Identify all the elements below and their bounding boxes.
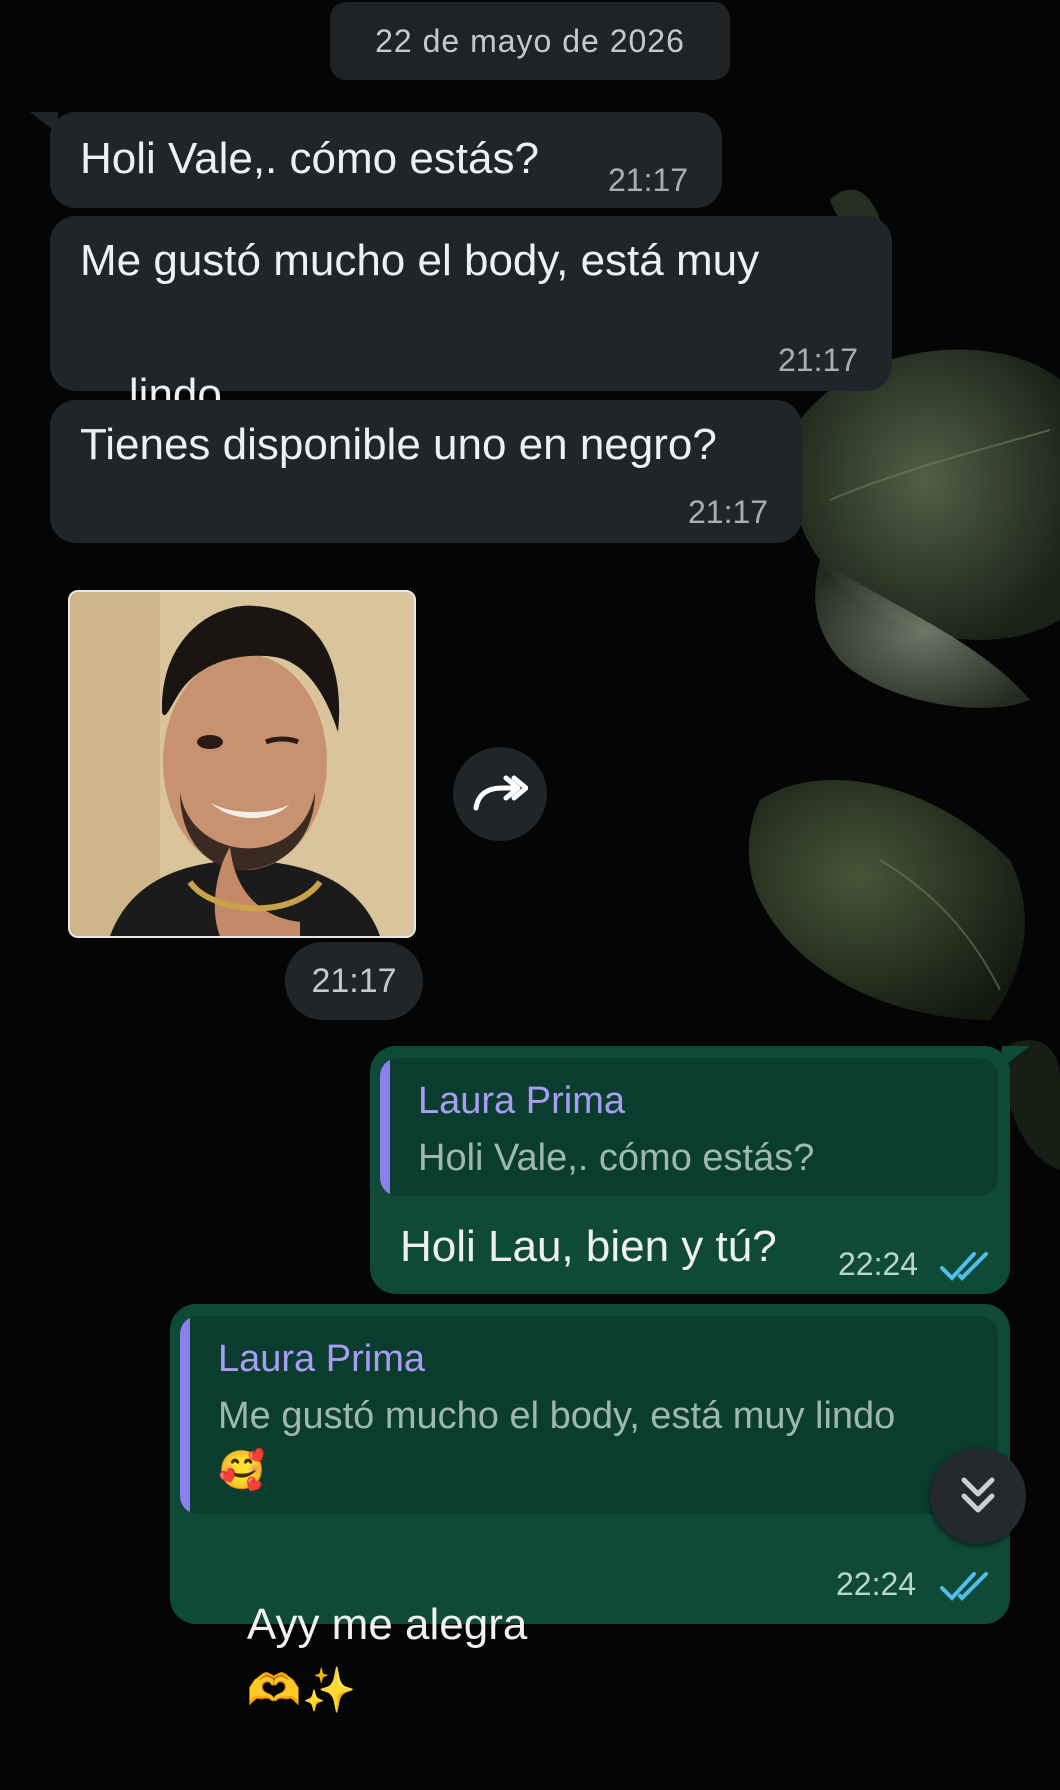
quote-author: Laura Prima [218, 1338, 425, 1380]
message-text: Tienes disponible uno en negro? [80, 420, 717, 469]
double-check-read-icon [940, 1572, 988, 1601]
quote-accent-bar [380, 1058, 390, 1196]
incoming-message[interactable]: Tienes disponible uno en negro? 21:17 [50, 400, 802, 543]
incoming-message[interactable]: Me gustó mucho el body, está muy lindo 🥰… [50, 216, 892, 486]
quote-text: Holi Vale,. cómo estás? [418, 1137, 815, 1179]
message-time: 21:17 [778, 342, 859, 378]
message-text: Me gustó mucho el body, está muy [80, 236, 760, 285]
outgoing-message[interactable]: Laura Prima Holi Vale,. cómo estás? Holi… [370, 1046, 1010, 1294]
photo-time: 21:17 [285, 942, 423, 1020]
message-text-line: Ayy me alegra 🫶✨ [198, 1526, 527, 1790]
quote-author: Laura Prima [418, 1080, 625, 1122]
message-time: 21:17 [608, 162, 689, 198]
forward-button[interactable] [453, 747, 547, 841]
incoming-message[interactable]: Holi Vale,. cómo estás? 21:17 [50, 112, 722, 208]
forward-icon [473, 775, 528, 811]
portrait-photo [70, 592, 414, 936]
scroll-to-bottom-button[interactable] [930, 1448, 1026, 1544]
double-chevron-down-icon [961, 1477, 995, 1513]
message-text: Holi Lau, bien y tú? [400, 1222, 777, 1271]
quoted-message[interactable]: Laura Prima Me gustó mucho el body, está… [180, 1316, 998, 1514]
message-time: 21:17 [688, 494, 769, 530]
photo-message[interactable] [68, 590, 416, 938]
date-separator: 22 de mayo de 2026 [330, 2, 730, 80]
quoted-message[interactable]: Laura Prima Holi Vale,. cómo estás? [380, 1058, 998, 1196]
quote-accent-bar [180, 1316, 190, 1514]
message-time: 22:24 [838, 1246, 919, 1282]
double-check-read-icon [940, 1252, 988, 1281]
outgoing-message[interactable]: Laura Prima Me gustó mucho el body, está… [170, 1304, 1010, 1716]
quote-text: Me gustó mucho el body, está muy lindo [218, 1395, 896, 1437]
smiling-face-with-hearts-emoji: 🥰 [218, 1448, 266, 1492]
message-time: 22:24 [836, 1566, 917, 1602]
message-text: Ayy me alegra [246, 1600, 528, 1649]
message-text: Holi Vale,. cómo estás? [80, 134, 539, 183]
heart-hands-sparkles-emoji: 🫶✨ [246, 1665, 357, 1716]
